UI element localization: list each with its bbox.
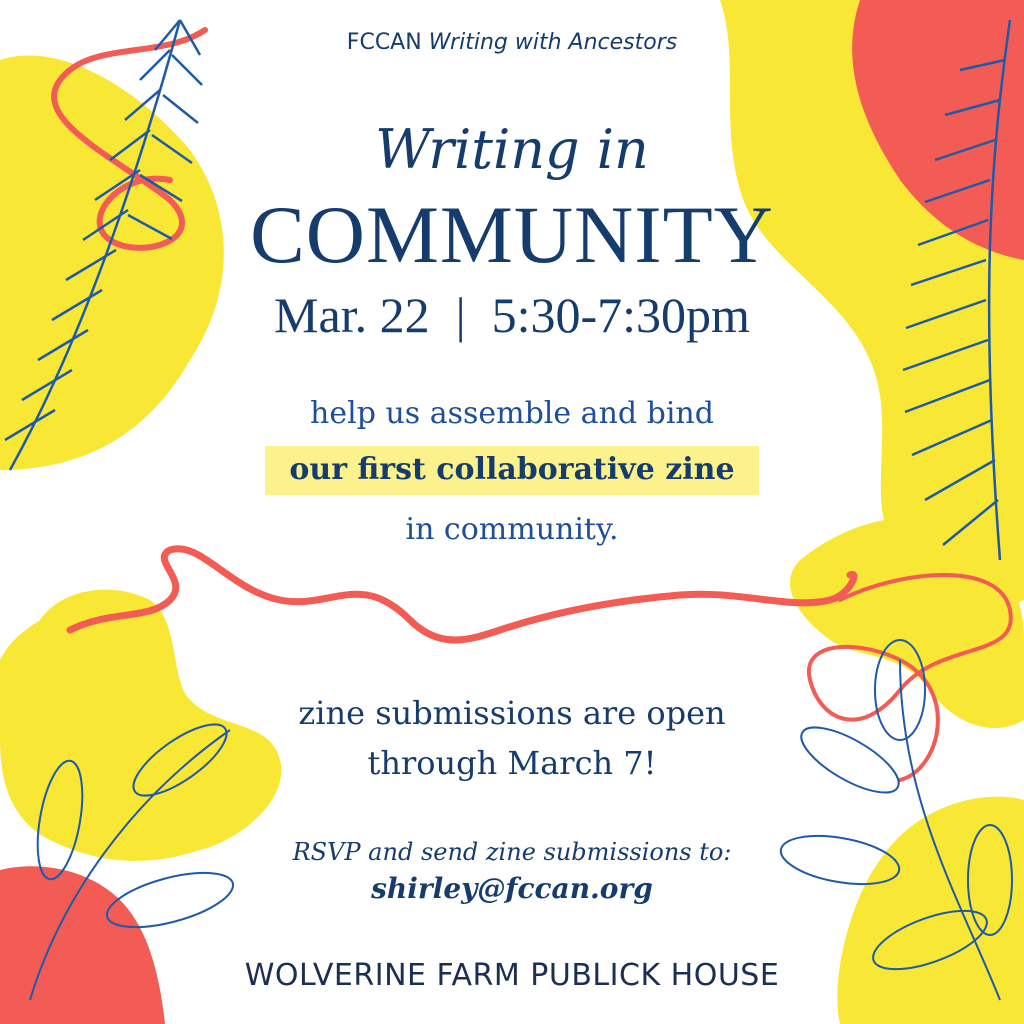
highlight-wrap: our first collaborative zine [0, 446, 1024, 495]
submissions-line-2: through March 7! [367, 744, 657, 782]
title-line-1: Writing in [375, 118, 649, 181]
event-flyer: FCCAN Writing with Ancestors Writing in … [0, 0, 1024, 1024]
datetime-separator: | [455, 287, 466, 343]
submissions-line-1: zine submissions are open [298, 694, 726, 732]
description-line-3: in community. [405, 512, 619, 547]
title-line-2: COMMUNITY [250, 189, 774, 280]
description-line-1: help us assemble and bind [310, 396, 714, 431]
program-header: FCCAN Writing with Ancestors [0, 30, 1024, 55]
program-name: Writing with Ancestors [428, 30, 678, 55]
event-date: Mar. 22 [274, 287, 430, 343]
event-time: 5:30-7:30pm [491, 287, 750, 343]
ribbon-squiggle-middle [66, 545, 858, 644]
venue-name: WOLVERINE FARM PUBLICK HOUSE [244, 958, 780, 993]
rsvp-prompt: RSVP and send zine submissions to: [292, 838, 732, 866]
highlighted-phrase: our first collaborative zine [265, 446, 759, 495]
event-datetime: Mar. 22 | 5:30-7:30pm [0, 286, 1024, 344]
org-name: FCCAN [346, 30, 422, 55]
rsvp-email: shirley@fccan.org [371, 872, 653, 905]
